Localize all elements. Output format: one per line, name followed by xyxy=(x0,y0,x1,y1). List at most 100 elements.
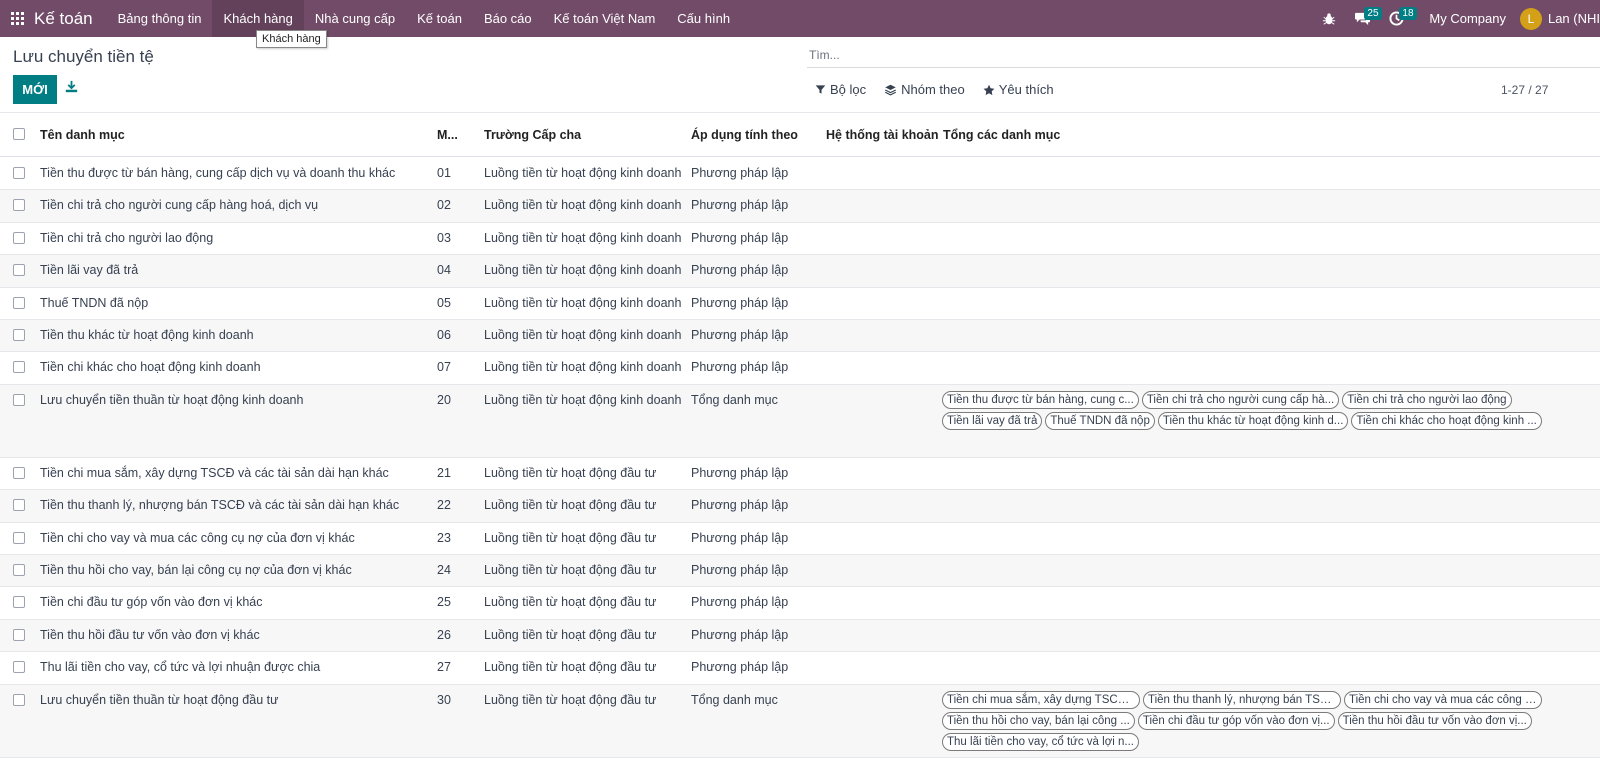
row-checkbox[interactable] xyxy=(13,564,25,576)
app-brand[interactable]: Kế toán xyxy=(34,9,93,29)
category-tag[interactable]: Tiền thu hồi cho vay, bán lại công ... xyxy=(942,711,1135,730)
category-tag[interactable]: Tiền chi khác cho hoạt động kinh ... xyxy=(1351,411,1542,430)
menu-accounting[interactable]: Kế toán xyxy=(406,0,473,37)
category-tag[interactable]: Thuế TNDN đã nộp xyxy=(1045,411,1155,430)
table-row[interactable]: Tiền chi cho vay và mua các công cụ nợ c… xyxy=(0,523,1600,555)
search-input[interactable] xyxy=(807,42,1600,68)
column-header-name[interactable]: Tên danh mục xyxy=(40,128,125,142)
table-row[interactable]: Tiền chi trả cho người cung cấp hàng hoá… xyxy=(0,190,1600,223)
row-checkbox[interactable] xyxy=(13,264,25,277)
cell-method: Phương pháp lập xyxy=(691,166,789,180)
cell-code: 27 xyxy=(437,660,451,675)
filter-button[interactable]: Bộ lọc xyxy=(815,82,866,97)
table-row[interactable]: Lưu chuyển tiền thuần từ hoạt động kinh … xyxy=(0,384,1600,458)
row-checkbox[interactable] xyxy=(13,499,25,512)
avatar: L xyxy=(1519,7,1542,30)
column-header-account-system[interactable]: Hệ thống tài khoản xyxy=(826,128,939,142)
row-checkbox[interactable] xyxy=(13,199,25,212)
column-header-parent[interactable]: Trường Cấp cha xyxy=(484,128,581,142)
top-navbar: Kế toán Bảng thông tin Khách hàng Nhà cu… xyxy=(0,0,1600,37)
table-row[interactable]: Tiền thu khác từ hoạt động kinh doanh 06 L… xyxy=(0,320,1600,353)
menu-reports[interactable]: Báo cáo xyxy=(473,0,543,37)
menu-vietnam-accounting[interactable]: Kế toán Việt Nam xyxy=(543,0,667,37)
row-checkbox[interactable] xyxy=(13,661,25,674)
category-tag[interactable]: Tiền thu được từ bán hàng, cung c... xyxy=(942,390,1139,409)
category-tag[interactable]: Tiền thu thanh lý, nhượng bán TSC... xyxy=(1143,690,1341,709)
column-header-sum-categories[interactable]: Tổng các danh mục xyxy=(943,128,1060,142)
cell-method: Phương pháp lập xyxy=(691,498,789,513)
table-row[interactable]: Tiền chi khác cho hoạt động kinh doanh 07… xyxy=(0,352,1600,385)
pager-value[interactable]: 1-27 / 27 xyxy=(1501,83,1548,97)
cell-name: Tiền chi trả cho người cung cấp hàng hoá… xyxy=(40,198,319,213)
category-tag[interactable]: Tiền thu hồi đầu tư vốn vào đơn vị... xyxy=(1337,711,1532,730)
row-checkbox[interactable] xyxy=(13,393,25,406)
sum-categories-tags: Tiền chi mua sắm, xây dựng TSCĐ ... Tiền … xyxy=(942,690,1567,751)
table-row[interactable]: Thu lãi tiền cho vay, cổ tức và lợi nhuậ… xyxy=(0,652,1600,685)
cell-method: Phương pháp lập xyxy=(691,530,789,545)
table-row[interactable]: Tiền thu được từ bán hàng, cung cấp dịch… xyxy=(0,158,1600,191)
cell-name: Thu lãi tiền cho vay, cổ tức và lợi nhuậ… xyxy=(40,660,321,675)
cell-code: 22 xyxy=(437,498,451,513)
group-by-label: Nhóm theo xyxy=(901,82,965,97)
row-checkbox[interactable] xyxy=(13,231,25,244)
category-tag[interactable]: Tiền thu khác từ hoạt động kinh d... xyxy=(1157,411,1349,430)
row-checkbox[interactable] xyxy=(13,628,25,641)
favorites-button[interactable]: Yêu thích xyxy=(983,82,1054,97)
row-checkbox[interactable] xyxy=(13,167,25,179)
table-row[interactable]: Tiền chi trả cho người lao động 03 Luồng t… xyxy=(0,223,1600,256)
group-by-button[interactable]: Nhóm theo xyxy=(884,82,965,97)
company-switcher[interactable]: My Company xyxy=(1413,11,1520,26)
row-checkbox[interactable] xyxy=(13,361,25,374)
cell-parent: Luồng tiền từ hoạt động kinh doanh xyxy=(484,295,682,310)
category-tag[interactable]: Tiền chi cho vay và mua các công c... xyxy=(1344,690,1542,709)
table-row[interactable]: Tiền lãi vay đã trả 04 Luồng tiền từ hoạt … xyxy=(0,255,1600,288)
table-row[interactable]: Tiền thu thanh lý, nhượng bán TSCĐ và cá… xyxy=(0,490,1600,523)
cell-method: Phương pháp lập xyxy=(691,563,789,577)
debug-bug-icon[interactable] xyxy=(1313,0,1345,37)
download-icon[interactable] xyxy=(65,80,78,96)
category-tag[interactable]: Tiền chi đầu tư góp vốn vào đơn vị... xyxy=(1137,711,1335,730)
category-tag[interactable]: Tiền chi trả cho người lao động xyxy=(1342,390,1512,409)
cell-method: Phương pháp lập xyxy=(691,595,789,610)
cell-parent: Luồng tiền từ hoạt động đầu tư xyxy=(484,498,657,513)
messages-icon[interactable]: 25 xyxy=(1345,0,1382,37)
activities-clock-icon[interactable]: 18 xyxy=(1380,0,1417,37)
user-menu[interactable]: L Lan (NHI xyxy=(1519,7,1600,30)
cell-parent: Luồng tiền từ hoạt động đầu tư xyxy=(484,660,657,675)
category-tag[interactable]: Tiền chi mua sắm, xây dựng TSCĐ ... xyxy=(942,690,1140,709)
cell-code: 04 xyxy=(437,263,451,278)
favorites-label: Yêu thích xyxy=(998,82,1054,97)
table-row[interactable]: Thuế TNDN đã nộp 05 Luồng tiền từ hoạt độn… xyxy=(0,288,1600,320)
apps-menu-icon[interactable] xyxy=(0,0,34,37)
table-row[interactable]: Lưu chuyển tiền thuần từ hoạt động đầu t… xyxy=(0,684,1600,758)
cell-parent: Luồng tiền từ hoạt động kinh doanh xyxy=(484,198,682,213)
table-row[interactable]: Tiền thu hồi cho vay, bán lại công cụ nợ… xyxy=(0,555,1600,588)
table-row[interactable]: Tiền thu hồi đầu tư vốn vào đơn vị khác 2… xyxy=(0,619,1600,653)
menu-configuration[interactable]: Cấu hình xyxy=(666,0,741,37)
cell-parent: Luồng tiền từ hoạt động kinh doanh xyxy=(484,392,682,407)
new-button[interactable]: MỚI xyxy=(13,75,57,104)
row-checkbox[interactable] xyxy=(13,596,25,609)
cell-code: 01 xyxy=(437,166,451,180)
cell-name: Tiền thu thanh lý, nhượng bán TSCĐ và cá… xyxy=(40,498,400,513)
cell-name: Tiền chi cho vay và mua các công cụ nợ c… xyxy=(40,530,355,545)
row-checkbox[interactable] xyxy=(13,296,25,309)
cell-name: Tiền thu khác từ hoạt động kinh doanh xyxy=(40,328,254,342)
category-tag[interactable]: Tiền lãi vay đã trả xyxy=(942,411,1043,430)
category-tag[interactable]: Thu lãi tiền cho vay, cổ tức và lợi n... xyxy=(942,732,1139,751)
row-checkbox[interactable] xyxy=(13,693,25,706)
row-checkbox[interactable] xyxy=(13,466,25,479)
table-row[interactable]: Tiền chi mua sắm, xây dựng TSCĐ và các t… xyxy=(0,458,1600,491)
table-row[interactable]: Tiền chi đầu tư góp vốn vào đơn vị khác 2… xyxy=(0,587,1600,620)
row-checkbox[interactable] xyxy=(13,329,25,341)
column-header-code[interactable]: M... xyxy=(437,128,458,142)
cell-code: 02 xyxy=(437,198,451,213)
cell-code: 23 xyxy=(437,530,451,545)
row-checkbox[interactable] xyxy=(13,531,25,544)
column-header-method[interactable]: Áp dụng tính theo xyxy=(691,128,798,142)
cell-name: Thuế TNDN đã nộp xyxy=(40,295,149,310)
category-tag[interactable]: Tiền chi trả cho người cung cấp hà... xyxy=(1141,390,1340,409)
menu-dashboard[interactable]: Bảng thông tin xyxy=(107,0,213,37)
cell-code: 06 xyxy=(437,328,451,342)
select-all-checkbox[interactable] xyxy=(13,128,25,140)
